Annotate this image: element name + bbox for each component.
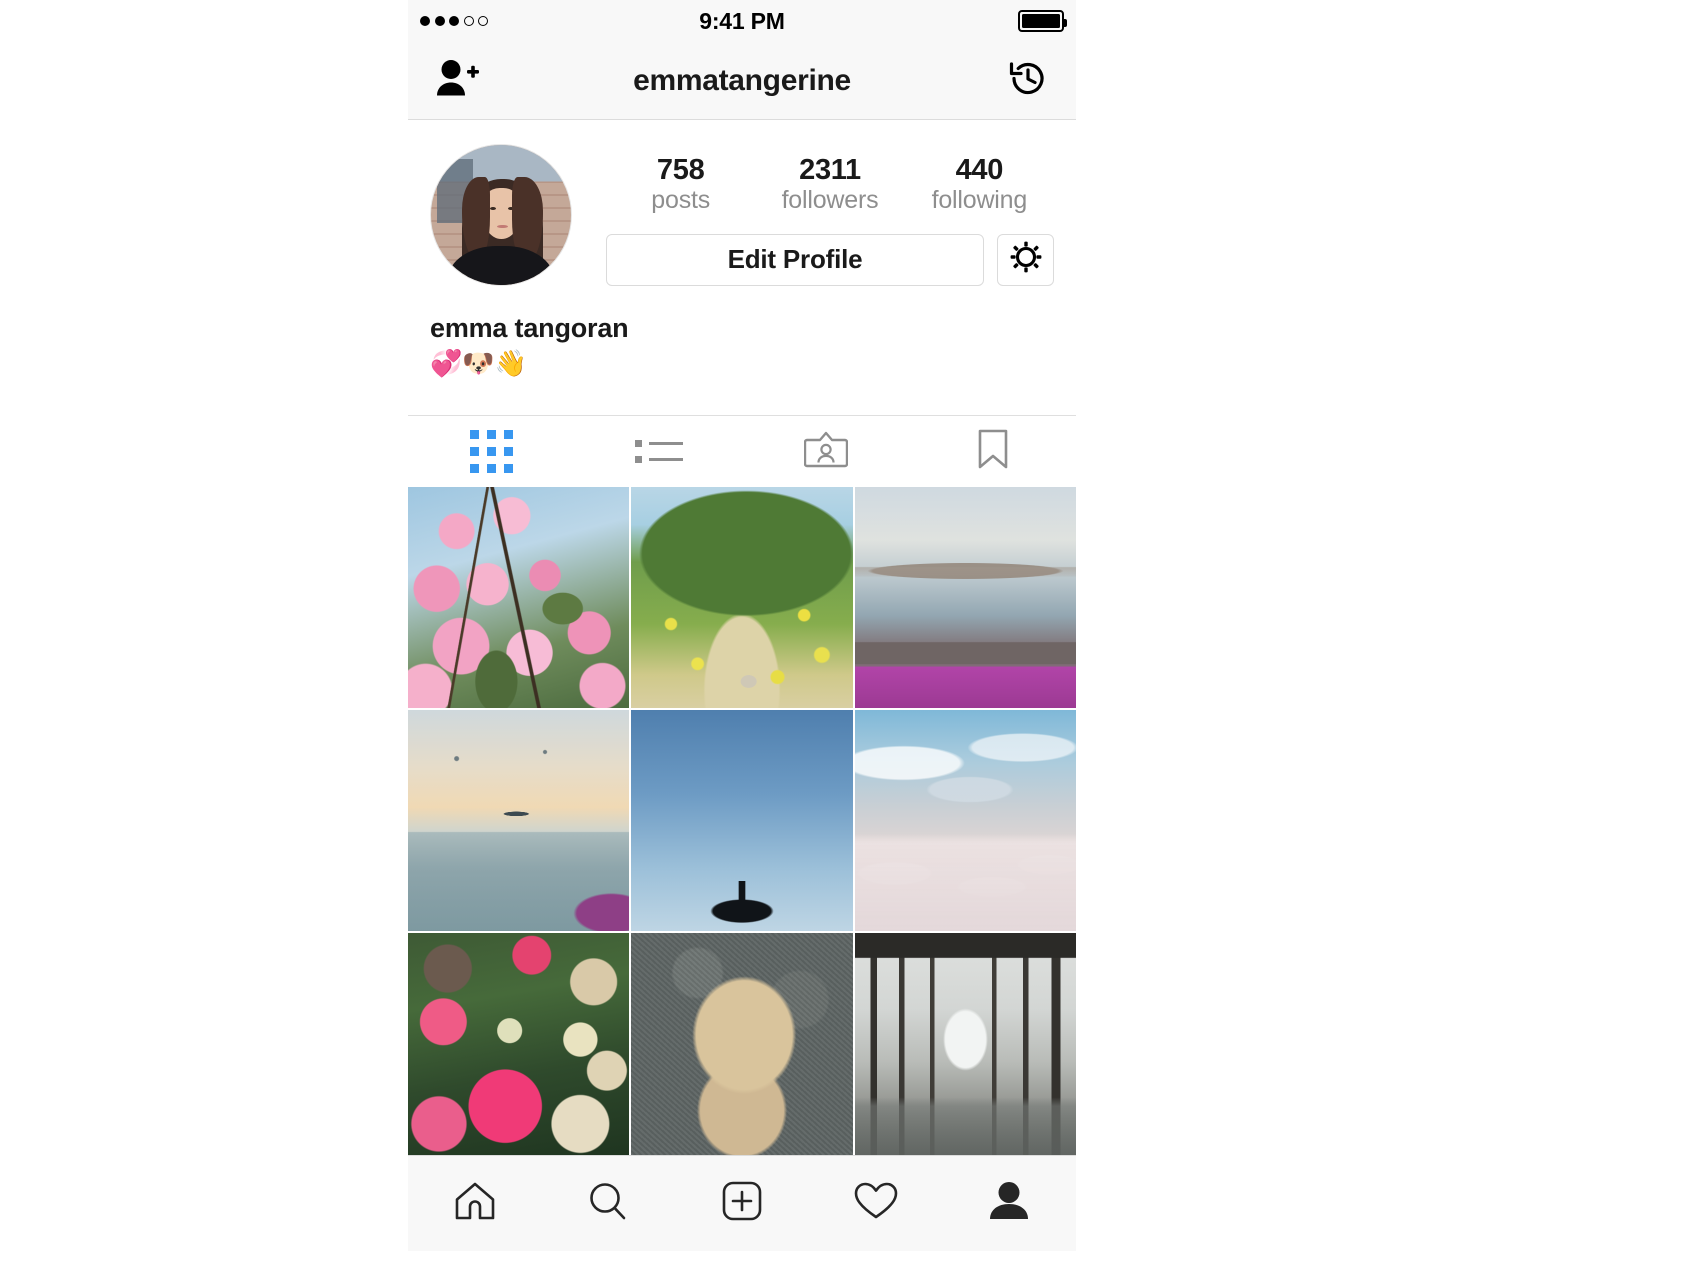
history-clock-icon[interactable] <box>1006 56 1050 105</box>
photo-grid-item[interactable] <box>854 486 1076 708</box>
search-icon <box>586 1179 630 1228</box>
photo-grid-item[interactable] <box>408 486 630 708</box>
profile-header-right: 758 posts 2311 followers 440 following E… <box>572 144 1054 286</box>
tab-saved[interactable] <box>909 416 1076 487</box>
tab-list[interactable] <box>575 416 742 487</box>
stat-followers-label: followers <box>781 186 879 215</box>
bottom-nav-bar <box>408 1154 1076 1251</box>
photo-grid-item[interactable] <box>854 933 1076 1155</box>
stat-following-value: 440 <box>955 154 1004 186</box>
settings-button[interactable] <box>997 233 1054 286</box>
home-icon <box>453 1180 497 1227</box>
stat-followers-value: 2311 <box>799 154 861 186</box>
tab-tagged-photos[interactable] <box>742 416 909 487</box>
photo-grid-item[interactable] <box>631 933 853 1155</box>
display-name: emma tangoran <box>430 313 629 343</box>
stat-posts-label: posts <box>651 186 711 215</box>
bookmark-icon <box>976 428 1010 475</box>
profile-actions: Edit Profile <box>606 233 1054 286</box>
nav-bar: emmatangerine <box>408 42 1076 120</box>
grid-icon <box>470 429 513 473</box>
status-bar-time: 9:41 PM <box>699 7 785 34</box>
bottom-nav-activity[interactable] <box>809 1156 943 1251</box>
screen: 9:41 PM emmatangerine 758 posts 2311 fol… <box>0 0 1696 1280</box>
gear-icon <box>1009 240 1043 279</box>
bottom-nav-home[interactable] <box>408 1156 542 1251</box>
stat-followers[interactable]: 2311 followers <box>755 154 904 216</box>
profile-bio: emma tangoran 💞🐶👋 <box>408 286 1076 382</box>
stat-following[interactable]: 440 following <box>905 154 1054 216</box>
page-title: emmatangerine <box>633 63 851 97</box>
battery-full-icon <box>1018 0 1067 42</box>
tab-grid[interactable] <box>408 416 575 487</box>
person-filled-icon <box>987 1180 1031 1227</box>
photo-grid-item[interactable] <box>408 709 630 932</box>
bottom-nav-profile[interactable] <box>942 1156 1076 1251</box>
status-bar: 9:41 PM <box>408 0 1076 42</box>
bio-text: 💞🐶👋 <box>430 348 528 379</box>
list-icon <box>634 439 683 463</box>
profile-tab-strip <box>408 414 1076 487</box>
photo-grid-item[interactable] <box>854 709 1076 932</box>
bottom-nav-add-post[interactable] <box>675 1156 809 1251</box>
photo-grid-item[interactable] <box>408 933 630 1155</box>
plus-square-icon <box>720 1179 764 1228</box>
stat-posts[interactable]: 758 posts <box>606 154 755 216</box>
photo-of-you-icon <box>803 429 848 474</box>
profile-header: 758 posts 2311 followers 440 following E… <box>408 120 1076 286</box>
photo-grid <box>408 486 1076 1155</box>
avatar[interactable] <box>430 144 572 286</box>
photo-grid-item[interactable] <box>631 709 853 932</box>
add-person-icon[interactable] <box>434 57 480 104</box>
heart-icon <box>853 1180 899 1227</box>
stat-posts-value: 758 <box>656 154 705 186</box>
edit-profile-button[interactable]: Edit Profile <box>606 233 984 286</box>
bottom-nav-search[interactable] <box>542 1156 676 1251</box>
profile-stats: 758 posts 2311 followers 440 following <box>606 144 1054 216</box>
phone-frame: 9:41 PM emmatangerine 758 posts 2311 fol… <box>408 0 1076 1280</box>
stat-following-label: following <box>931 186 1028 215</box>
photo-grid-item[interactable] <box>631 486 853 708</box>
